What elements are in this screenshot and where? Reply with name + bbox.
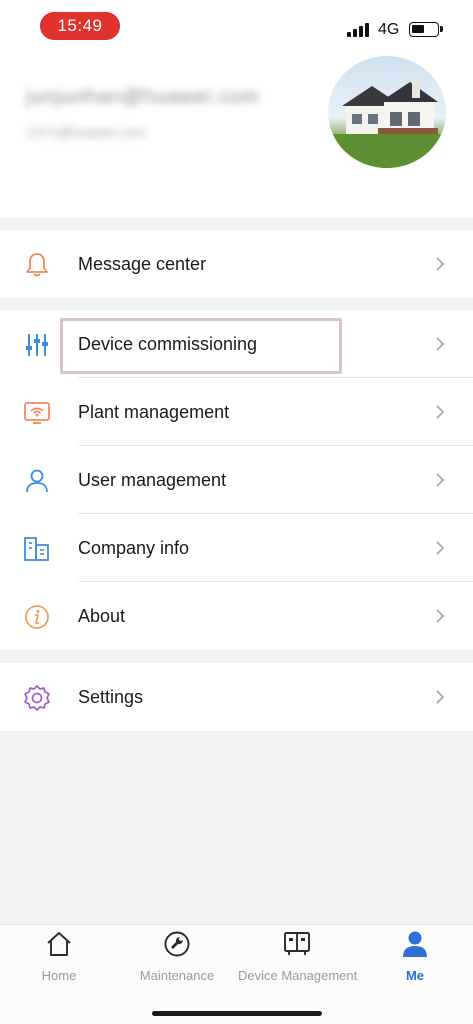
building-icon: [22, 534, 52, 564]
battery-icon: [409, 22, 443, 37]
tab-device-management[interactable]: Device Management: [238, 929, 357, 983]
menu-label: Plant management: [78, 401, 230, 422]
menu-label: Settings: [78, 686, 144, 707]
chevron-right-icon: [436, 541, 445, 555]
signal-icon: [347, 23, 373, 37]
chevron-right-icon: [436, 337, 445, 351]
user-icon: [22, 466, 52, 496]
chevron-right-icon: [436, 405, 445, 419]
menu-group-main: Device commissioning Plant management Us…: [0, 310, 473, 650]
menu-item-message-center[interactable]: Message center: [0, 230, 473, 298]
highlight-box: [60, 318, 342, 374]
gear-icon: [22, 683, 52, 713]
network-type: 4G: [378, 21, 400, 38]
menu-group-messages: Message center: [0, 230, 473, 298]
tab-me[interactable]: Me: [392, 929, 438, 983]
bottom-nav: Home Maintenance Device Management Me: [0, 924, 473, 1024]
menu-label: Message center: [78, 253, 207, 274]
chevron-right-icon: [436, 473, 445, 487]
menu-item-company-info[interactable]: Company info: [0, 514, 473, 582]
person-icon: [403, 931, 427, 957]
account-email: junjunhan@huawei.com: [26, 86, 260, 108]
menu-group-settings: Settings: [0, 663, 473, 731]
sliders-icon: [22, 330, 52, 360]
account-subtitle: 1371@huawei.com: [26, 124, 147, 140]
chevron-right-icon: [436, 257, 445, 271]
menu-label: Company info: [78, 537, 190, 558]
status-time: 15:49: [40, 12, 120, 40]
home-indicator: [152, 1011, 322, 1016]
menu-item-plant-management[interactable]: Plant management: [0, 378, 473, 446]
menu-label: About: [78, 605, 126, 626]
tab-maintenance[interactable]: Maintenance: [130, 929, 224, 983]
house-photo-icon: [328, 78, 446, 168]
menu-item-device-commissioning[interactable]: Device commissioning: [0, 310, 473, 378]
bell-icon: [22, 250, 52, 280]
status-bar: 15:49 4G: [0, 0, 473, 52]
avatar[interactable]: [328, 56, 446, 168]
menu-item-settings[interactable]: Settings: [0, 663, 473, 731]
home-icon: [47, 932, 71, 956]
info-icon: [22, 602, 52, 632]
plant-monitor-icon: [22, 398, 52, 428]
device-icon: [284, 932, 310, 955]
menu-item-user-management[interactable]: User management: [0, 446, 473, 514]
menu-label: User management: [78, 469, 227, 490]
chevron-right-icon: [436, 609, 445, 623]
menu-item-about[interactable]: About: [0, 582, 473, 650]
profile-header: junjunhan@huawei.com 1371@huawei.com: [0, 52, 473, 218]
maintenance-icon: [164, 931, 190, 957]
tab-home[interactable]: Home: [28, 929, 90, 983]
chevron-right-icon: [436, 690, 445, 704]
